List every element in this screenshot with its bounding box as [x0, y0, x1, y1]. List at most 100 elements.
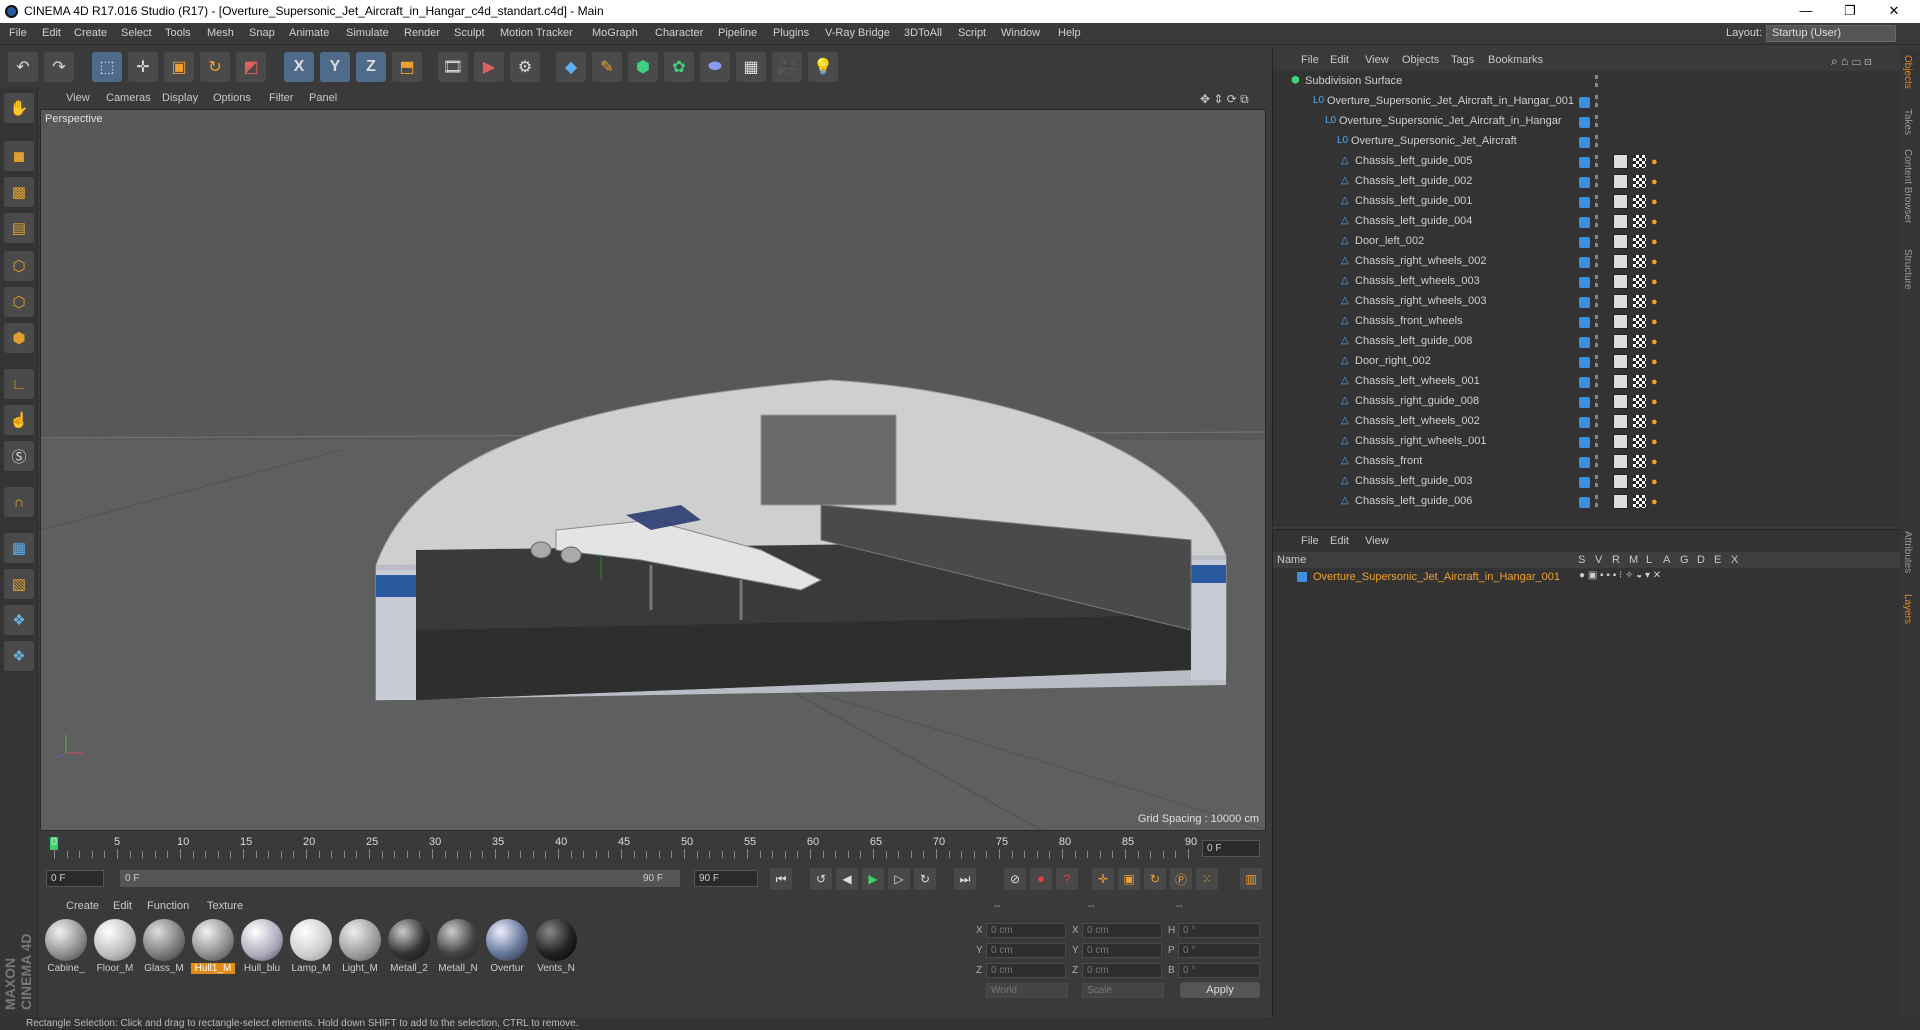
magnet-icon[interactable]: ∩ — [4, 487, 34, 517]
maximize-button[interactable]: ❐ — [1828, 0, 1872, 23]
layer-menu-edit[interactable]: Edit — [1330, 535, 1349, 547]
object-name[interactable]: Chassis_left_guide_002 — [1355, 175, 1472, 187]
object-row-root[interactable]: ⬢ Subdivision Surface — [1273, 71, 1883, 91]
uvw-tag-icon[interactable] — [1633, 195, 1646, 208]
object-name[interactable]: Chassis_left_wheels_001 — [1355, 375, 1480, 387]
layer-color-icon[interactable] — [1579, 157, 1590, 168]
visibility-dots-icon[interactable] — [1595, 175, 1598, 187]
obj-menu-objects[interactable]: Objects — [1402, 54, 1439, 66]
object-row[interactable]: L0 Overture_Supersonic_Jet_Aircraft_in_Ha… — [1273, 91, 1883, 111]
material-swatch[interactable]: Overtur — [485, 919, 529, 974]
tab-content-browser[interactable]: Content Browser — [1902, 149, 1913, 223]
phong-tag-icon[interactable]: ● — [1651, 256, 1663, 268]
object-name[interactable]: Chassis_left_guide_003 — [1355, 475, 1472, 487]
size-y-field[interactable]: 0 cm — [1082, 943, 1162, 958]
material-swatch[interactable]: Lamp_M — [289, 919, 333, 974]
deformer-paint-icon[interactable]: ▧ — [4, 569, 34, 599]
render-view-icon[interactable]: 🎞 — [438, 52, 468, 82]
start-frame-field[interactable]: 0 F — [46, 870, 104, 887]
size-x-field[interactable]: 0 cm — [1082, 923, 1162, 938]
texture-tag-icon[interactable] — [1613, 214, 1628, 229]
object-name[interactable]: Chassis_left_guide_008 — [1355, 335, 1472, 347]
model-mode-icon[interactable]: ◼ — [4, 141, 34, 171]
object-name[interactable]: Door_right_002 — [1355, 355, 1431, 367]
uvw-tag-icon[interactable] — [1633, 315, 1646, 328]
rot-h-field[interactable]: 0 ° — [1178, 923, 1260, 938]
prev-frame-icon[interactable]: ◀ — [836, 868, 858, 890]
layer-row[interactable]: Overture_Supersonic_Jet_Aircraft_in_Hang… — [1273, 569, 1901, 587]
vp-navigation-icons[interactable]: ✥ ⇕ ⟳ ⧉ — [1200, 92, 1249, 107]
texture-tag-icon[interactable] — [1613, 494, 1628, 509]
object-row[interactable]: △ Chassis_left_guide_006 ● — [1273, 491, 1883, 511]
frame-range-slider[interactable]: 0 F 90 F — [120, 870, 680, 887]
object-row[interactable]: △ Chassis_left_wheels_001 ● — [1273, 371, 1883, 391]
object-row[interactable]: L0 Overture_Supersonic_Jet_Aircraft_in_Ha… — [1273, 111, 1883, 131]
menu-select[interactable]: Select — [121, 27, 152, 39]
object-row[interactable]: △ Chassis_left_guide_004 ● — [1273, 211, 1883, 231]
visibility-dots-icon[interactable] — [1595, 275, 1598, 287]
material-swatch[interactable]: Cabine_ — [44, 919, 88, 974]
layer-color-icon[interactable] — [1579, 357, 1590, 368]
texture-tag-icon[interactable] — [1613, 474, 1628, 489]
object-name[interactable]: Chassis_right_wheels_002 — [1355, 255, 1486, 267]
phong-tag-icon[interactable]: ● — [1651, 176, 1663, 188]
phong-tag-icon[interactable]: ● — [1651, 196, 1663, 208]
play-icon[interactable]: ▶ — [862, 868, 884, 890]
menu-plugins[interactable]: Plugins — [773, 27, 809, 39]
key-parameter-icon[interactable]: Ⓟ — [1170, 868, 1192, 890]
floor-icon[interactable]: ▦ — [736, 52, 766, 82]
layer-color-icon[interactable] — [1579, 117, 1590, 128]
visibility-dots-icon[interactable] — [1595, 295, 1598, 307]
timeline-window-icon[interactable]: ▥ — [1240, 868, 1262, 890]
z-axis-icon[interactable]: Z — [356, 52, 386, 82]
obj-menu-file[interactable]: File — [1301, 54, 1319, 66]
visibility-dots-icon[interactable] — [1595, 215, 1598, 227]
mat-menu-texture[interactable]: Texture — [207, 900, 243, 912]
key-pla-icon[interactable]: ⁙ — [1196, 868, 1218, 890]
menu-create[interactable]: Create — [74, 27, 107, 39]
visibility-dots-icon[interactable] — [1595, 115, 1598, 127]
uvw-tag-icon[interactable] — [1633, 415, 1646, 428]
phong-tag-icon[interactable]: ● — [1651, 356, 1663, 368]
tab-layers[interactable]: Layers — [1902, 594, 1913, 624]
menu-mograph[interactable]: MoGraph — [592, 27, 638, 39]
phong-tag-icon[interactable]: ● — [1651, 216, 1663, 228]
obj-menu-edit[interactable]: Edit — [1330, 54, 1349, 66]
layer-color-icon[interactable] — [1579, 237, 1590, 248]
menu-character[interactable]: Character — [655, 27, 703, 39]
menu-file[interactable]: File — [9, 27, 27, 39]
texture-tag-icon[interactable] — [1613, 194, 1628, 209]
record-keys-icon[interactable]: ⊘ — [1004, 868, 1026, 890]
uvw-tag-icon[interactable] — [1633, 175, 1646, 188]
object-row[interactable]: △ Chassis_right_wheels_001 ● — [1273, 431, 1883, 451]
object-name[interactable]: Chassis_left_guide_004 — [1355, 215, 1472, 227]
object-row[interactable]: △ Chassis_front ● — [1273, 451, 1883, 471]
menu-help[interactable]: Help — [1058, 27, 1081, 39]
object-row[interactable]: △ Door_left_002 ● — [1273, 231, 1883, 251]
menu-tools[interactable]: Tools — [165, 27, 191, 39]
uvw-tag-icon[interactable] — [1633, 475, 1646, 488]
visibility-dots-icon[interactable] — [1595, 255, 1598, 267]
visibility-dots-icon[interactable] — [1595, 75, 1598, 87]
menu-motion-tracker[interactable]: Motion Tracker — [500, 27, 573, 39]
object-row[interactable]: △ Chassis_left_guide_003 ● — [1273, 471, 1883, 491]
current-frame-field[interactable]: 0 F — [1202, 840, 1260, 857]
phong-tag-icon[interactable]: ● — [1651, 336, 1663, 348]
end-frame-field[interactable]: 90 F — [694, 870, 758, 887]
vp-menu-cameras[interactable]: Cameras — [106, 92, 151, 104]
layer-color-icon[interactable] — [1579, 477, 1590, 488]
y-axis-icon[interactable]: Y — [320, 52, 350, 82]
material-swatch[interactable]: Floor_M — [93, 919, 137, 974]
object-row[interactable]: △ Chassis_right_wheels_003 ● — [1273, 291, 1883, 311]
points-mode-icon[interactable]: ⬡ — [4, 251, 34, 281]
redo-icon[interactable]: ↷ — [44, 52, 74, 82]
phong-tag-icon[interactable]: ● — [1651, 236, 1663, 248]
select-icon[interactable]: ⬚ — [92, 52, 122, 82]
object-name[interactable]: Chassis_left_wheels_003 — [1355, 275, 1480, 287]
uvw-tag-icon[interactable] — [1633, 155, 1646, 168]
pen-icon[interactable]: ✎ — [592, 52, 622, 82]
menu-3dtoall[interactable]: 3DToAll — [904, 27, 942, 39]
object-row[interactable]: △ Chassis_right_guide_008 ● — [1273, 391, 1883, 411]
menu-pipeline[interactable]: Pipeline — [718, 27, 757, 39]
tab-takes[interactable]: Takes — [1902, 109, 1913, 135]
